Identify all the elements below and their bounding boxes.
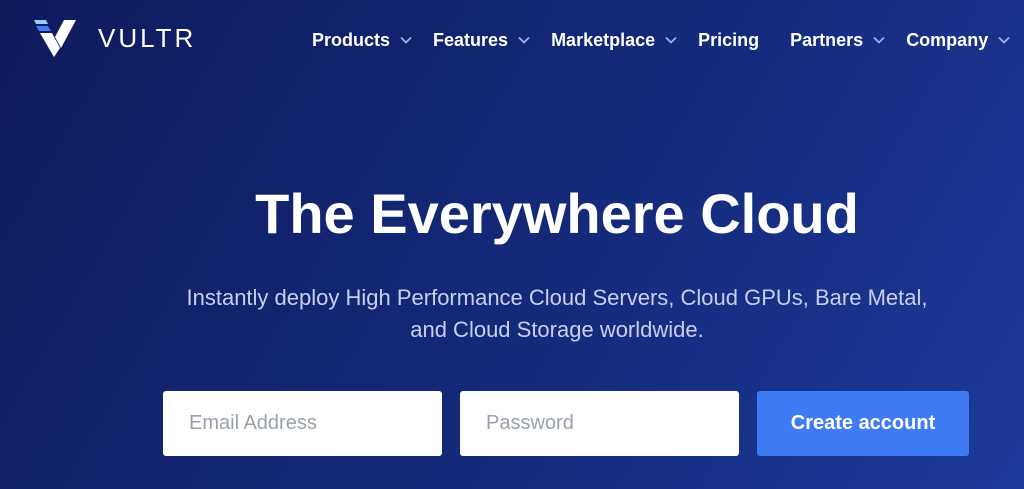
chevron-down-icon: [400, 36, 412, 44]
nav-menu: Products Features Marketplace Pricing Pa…: [312, 26, 1010, 54]
brand-name: VULTR: [98, 22, 197, 53]
hero-subtitle: Instantly deploy High Performance Cloud …: [0, 282, 1024, 346]
nav-item-company[interactable]: Company: [906, 30, 1010, 51]
hero-subtitle-line-1: Instantly deploy High Performance Cloud …: [186, 285, 928, 310]
chevron-down-icon: [998, 36, 1010, 44]
nav-item-label: Pricing: [698, 29, 760, 50]
brand-logo[interactable]: VULTR: [34, 18, 196, 58]
nav-item-partners[interactable]: Partners: [790, 30, 885, 51]
nav-item-label: Marketplace: [551, 29, 656, 50]
create-account-button[interactable]: Create account: [757, 391, 969, 456]
chevron-down-icon: [873, 36, 885, 44]
password-input[interactable]: [460, 391, 739, 456]
vultr-v-logo-icon: [34, 20, 76, 57]
top-navigation: VULTR Products Features Marketplace Pric…: [0, 0, 1024, 80]
hero-title: The Everywhere Cloud: [255, 182, 859, 245]
nav-item-label: Company: [906, 29, 989, 50]
nav-item-pricing[interactable]: Pricing: [698, 30, 759, 51]
nav-item-label: Partners: [790, 29, 864, 50]
email-input[interactable]: [163, 391, 442, 456]
nav-item-products[interactable]: Products: [312, 30, 412, 51]
chevron-down-icon: [665, 36, 677, 44]
nav-item-features[interactable]: Features: [433, 30, 530, 51]
nav-item-label: Features: [433, 29, 509, 50]
hero-subtitle-line-2: and Cloud Storage worldwide.: [410, 317, 704, 342]
chevron-down-icon: [518, 36, 530, 44]
nav-item-label: Products: [312, 29, 391, 50]
nav-item-marketplace[interactable]: Marketplace: [551, 30, 677, 51]
signup-form: Create account: [163, 391, 969, 456]
